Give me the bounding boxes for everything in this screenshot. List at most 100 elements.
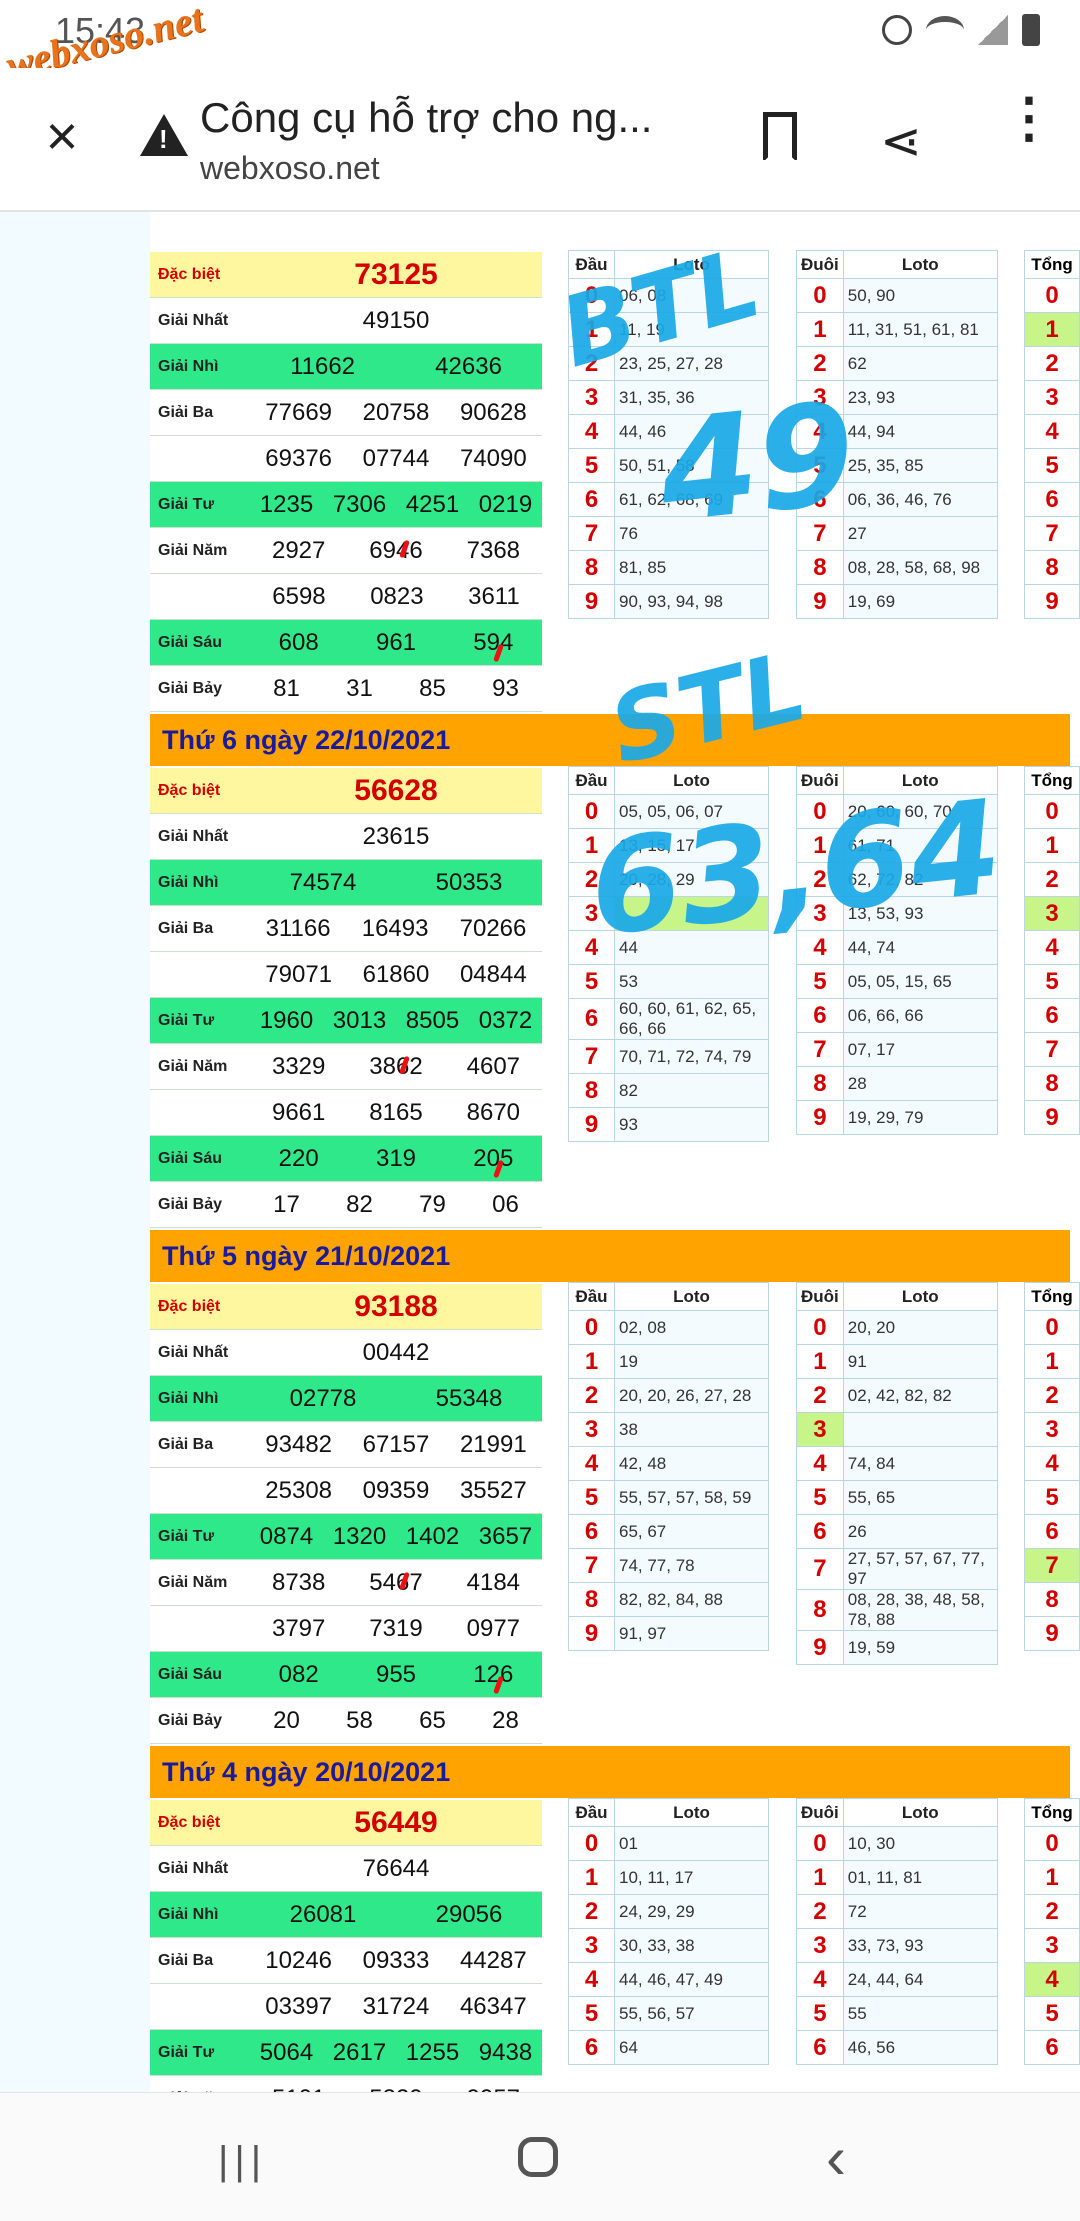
prize-label: Giải Ba xyxy=(158,404,214,421)
digit-cell: 1 xyxy=(796,312,844,347)
prize-values: 73125 xyxy=(250,252,542,298)
tong-cell: 6 xyxy=(1024,2030,1080,2065)
prize-values: 25308 09359 35527 xyxy=(250,1468,542,1514)
prize-row-third-a: Giải Ba 31166 16493 70266 xyxy=(150,906,542,952)
prize-row-third-b: 79071 61860 04844 xyxy=(150,952,542,998)
loto-row: 8 28 xyxy=(796,1066,998,1101)
prize-row-second: Giải Nhì 02778 55348 xyxy=(150,1376,542,1422)
prize-number: 44287 xyxy=(459,1947,527,1974)
prize-row-third-b: 69376 07744 74090 xyxy=(150,436,542,482)
dau-table: Đầu Loto 0 02, 08 1 19 2 20, 20, 26, 27, 28 3 38 4… xyxy=(568,1282,769,1651)
special-prize-number: 73125 xyxy=(354,258,438,291)
prize-row-fifth-b: 3797 7319 0977 xyxy=(150,1606,542,1652)
status-icons xyxy=(882,14,1040,46)
tong-cell: 0 xyxy=(1024,794,1080,829)
loto-cell: 01, 11, 81 xyxy=(842,1860,998,1895)
prize-values: 3797 7319 0977 xyxy=(250,1606,542,1652)
prize-row-fourth: Giải Tư 5064 2617 1255 9438 xyxy=(150,2030,542,2076)
loto-cell: 07, 17 xyxy=(842,1032,998,1067)
loto-row: 0 01 xyxy=(568,1826,769,1861)
loto-row: 4 42, 48 xyxy=(568,1446,769,1481)
tong-table: Tổng 0 1 2 3 4 5 6 7 8 9 xyxy=(1024,766,1080,1135)
prize-number: 4184 xyxy=(466,1569,521,1596)
tong-cell: 7 xyxy=(1024,1032,1080,1067)
prize-number: 9661 xyxy=(271,1099,326,1126)
loto-row: 2 20, 20, 26, 27, 28 xyxy=(568,1378,769,1413)
loto-cell: 82, 82, 84, 88 xyxy=(614,1582,769,1617)
prize-row-special: Đặc biệt 56449 xyxy=(150,1800,542,1846)
loto-row: 4 74, 84 xyxy=(796,1446,998,1481)
prize-row-special: Đặc biệt 73125 xyxy=(150,252,542,298)
loto-cell: 46, 56 xyxy=(842,2030,998,2065)
loto-row: 9 90, 93, 94, 98 xyxy=(568,584,769,619)
warning-icon[interactable] xyxy=(140,114,188,156)
prize-values: 49150 xyxy=(250,298,542,344)
digit-cell: 8 xyxy=(568,1582,615,1617)
loto-cell: 25, 35, 85 xyxy=(842,448,998,483)
loto-row: 0 10, 30 xyxy=(796,1826,998,1861)
loto-row: 8 08, 28, 58, 68, 98 xyxy=(796,550,998,585)
prize-row-fifth-a: Giải Năm 5101 5329 9957 xyxy=(150,2076,542,2092)
more-options-icon[interactable]: ⋮ xyxy=(1002,91,1056,145)
prize-number: 8738 xyxy=(271,1569,326,1596)
bookmark-icon[interactable] xyxy=(763,112,797,160)
share-icon[interactable]: ⋖ xyxy=(880,112,922,170)
column-header: Đầu xyxy=(568,766,615,795)
prize-number: 79 xyxy=(419,1191,446,1218)
loto-row: 1 91 xyxy=(796,1344,998,1379)
loto-row: 8 08, 28, 38, 48, 58, 78, 88 xyxy=(796,1589,998,1631)
prize-number: 04844 xyxy=(459,961,527,988)
prize-label: Giải Nhất xyxy=(158,1344,229,1361)
prize-number: 77669 xyxy=(265,399,333,426)
prize-number: 42636 xyxy=(435,353,502,380)
prize-number: 31166 xyxy=(265,915,331,942)
column-header: Loto xyxy=(614,1798,769,1827)
tong-cell: 8 xyxy=(1024,1582,1080,1617)
tong-cell: 1 xyxy=(1024,828,1080,863)
alarm-icon xyxy=(882,15,912,45)
digit-cell: 6 xyxy=(568,2030,615,2065)
prize-number: 70266 xyxy=(459,915,527,942)
prize-number: 31724 xyxy=(362,1993,430,2020)
loto-cell: 30, 33, 38 xyxy=(614,1928,769,1963)
digit-cell: 3 xyxy=(796,1928,844,1963)
prize-label: Giải Nhì xyxy=(158,1390,219,1407)
prize-number: 0977 xyxy=(466,1615,521,1642)
prize-number: 00442 xyxy=(362,1339,430,1366)
loto-row: 5 55, 65 xyxy=(796,1480,998,1515)
column-header: Loto xyxy=(842,1282,998,1311)
prize-number: 5467 xyxy=(369,1569,423,1596)
prize-label: Giải Nhì xyxy=(158,1906,219,1923)
back-icon[interactable]: ‹ xyxy=(826,2123,846,2192)
home-icon[interactable] xyxy=(518,2137,558,2177)
prize-number: 67157 xyxy=(362,1431,430,1458)
day-header: Thứ 5 ngày 21/10/2021 xyxy=(150,1230,1070,1282)
digit-cell: 3 xyxy=(796,1412,844,1447)
prize-label: Đặc biệt xyxy=(158,1298,221,1315)
prize-row-fifth-a: Giải Năm 3329 3862 4607 xyxy=(150,1044,542,1090)
prize-number: 4607 xyxy=(466,1053,521,1080)
prize-number: 09359 xyxy=(362,1477,430,1504)
digit-cell: 5 xyxy=(796,964,844,999)
tong-cell: 6 xyxy=(1024,482,1080,517)
tong-cell: 8 xyxy=(1024,550,1080,585)
prize-number: 8165 xyxy=(369,1099,423,1126)
loto-row: 9 19, 29, 79 xyxy=(796,1100,998,1135)
prize-number: 205 xyxy=(473,1145,514,1172)
prize-number: 61860 xyxy=(362,961,430,988)
loto-row: 9 91, 97 xyxy=(568,1616,769,1651)
prize-number: 6598 xyxy=(272,583,326,610)
prize-row-second: Giải Nhì 74574 50353 xyxy=(150,860,542,906)
digit-cell: 6 xyxy=(568,998,615,1040)
digit-cell: 3 xyxy=(568,1928,615,1963)
loto-row: 1 19 xyxy=(568,1344,769,1379)
prize-number: 3611 xyxy=(468,583,520,610)
loto-cell: 10, 30 xyxy=(842,1826,998,1861)
prize-row-fourth: Giải Tư 1235 7306 4251 0219 xyxy=(150,482,542,528)
tong-cell: 9 xyxy=(1024,1100,1080,1135)
recent-apps-icon[interactable]: ||| xyxy=(218,2139,267,2184)
tong-cell: 3 xyxy=(1024,380,1080,415)
prize-number: 03397 xyxy=(265,1993,333,2020)
tong-cell: 0 xyxy=(1024,1310,1080,1345)
close-icon[interactable]: × xyxy=(36,108,88,164)
